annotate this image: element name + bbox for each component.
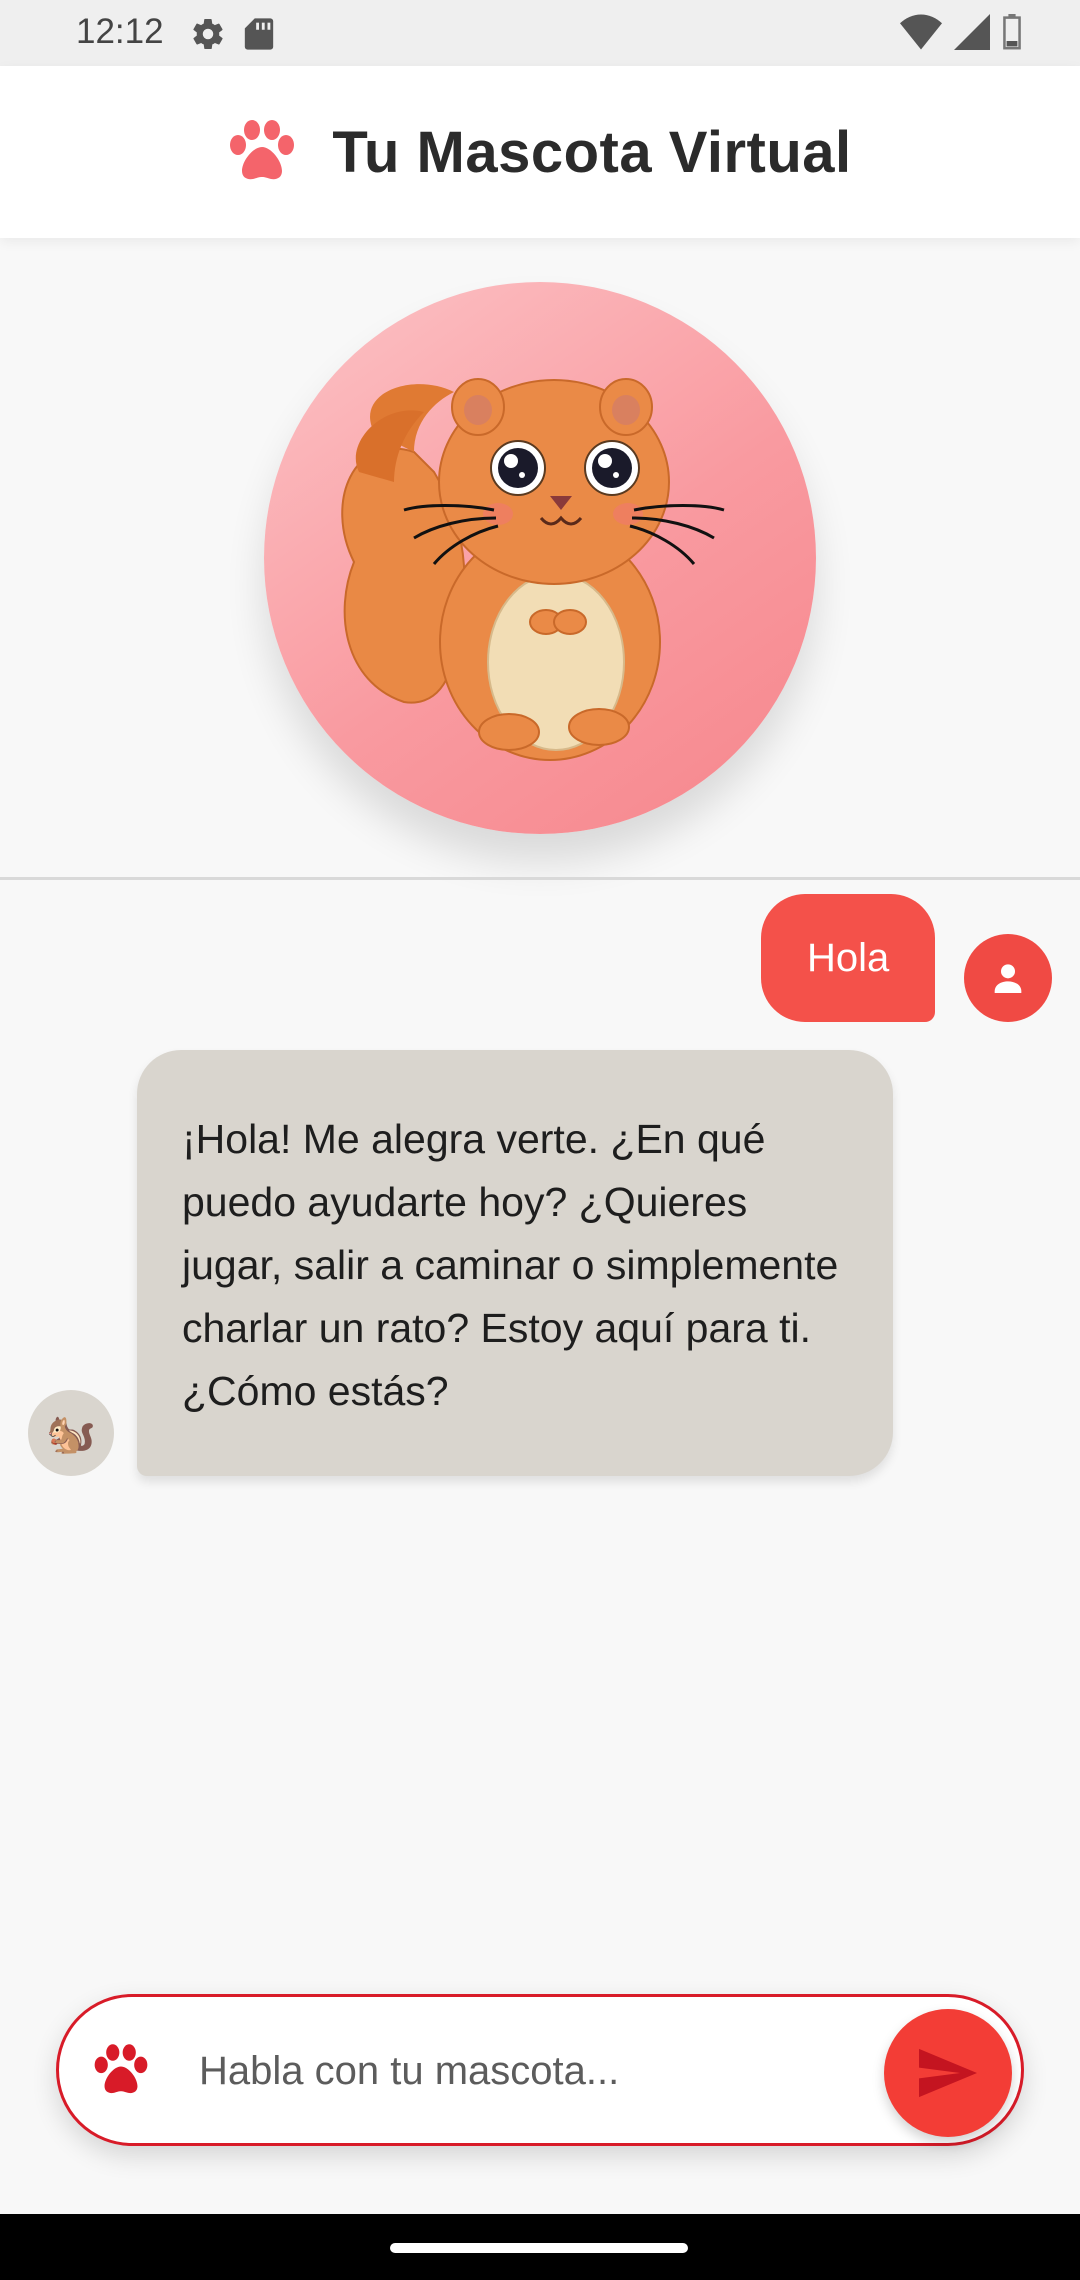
status-bar: 12:12 [0,0,1080,66]
paw-icon [93,2043,149,2099]
message-input[interactable] [197,2037,801,2105]
squirrel-illustration [341,378,725,761]
status-time: 12:12 [76,12,164,51]
pet-avatar: 🐿️ [28,1390,114,1476]
paw-icon [228,119,296,185]
home-gesture-handle[interactable] [390,2243,688,2253]
send-button[interactable] [884,2009,1012,2137]
pet-message-text: ¡Hola! Me alegra verte. ¿En qué puedo ay… [182,1116,839,1414]
pet-message-bubble: ¡Hola! Me alegra verte. ¿En qué puedo ay… [137,1050,893,1476]
send-icon [919,2048,977,2098]
divider [0,877,1080,880]
battery-icon [1002,14,1022,54]
settings-icon [190,16,226,56]
pet-avatar-circle[interactable] [264,282,816,834]
person-icon [994,964,1022,993]
page-title: Tu Mascota Virtual [332,119,852,185]
user-avatar [964,934,1052,1022]
message-input-bar [56,1994,1024,2146]
sd-card-icon [244,17,274,55]
signal-icon [954,14,990,54]
pet-display [0,238,1080,878]
wifi-icon [900,14,942,54]
squirrel-emoji-icon: 🐿️ [46,1410,96,1457]
user-message-text: Hola [807,935,890,980]
app-bar: Tu Mascota Virtual [0,66,1080,238]
user-message-bubble: Hola [761,894,936,1022]
